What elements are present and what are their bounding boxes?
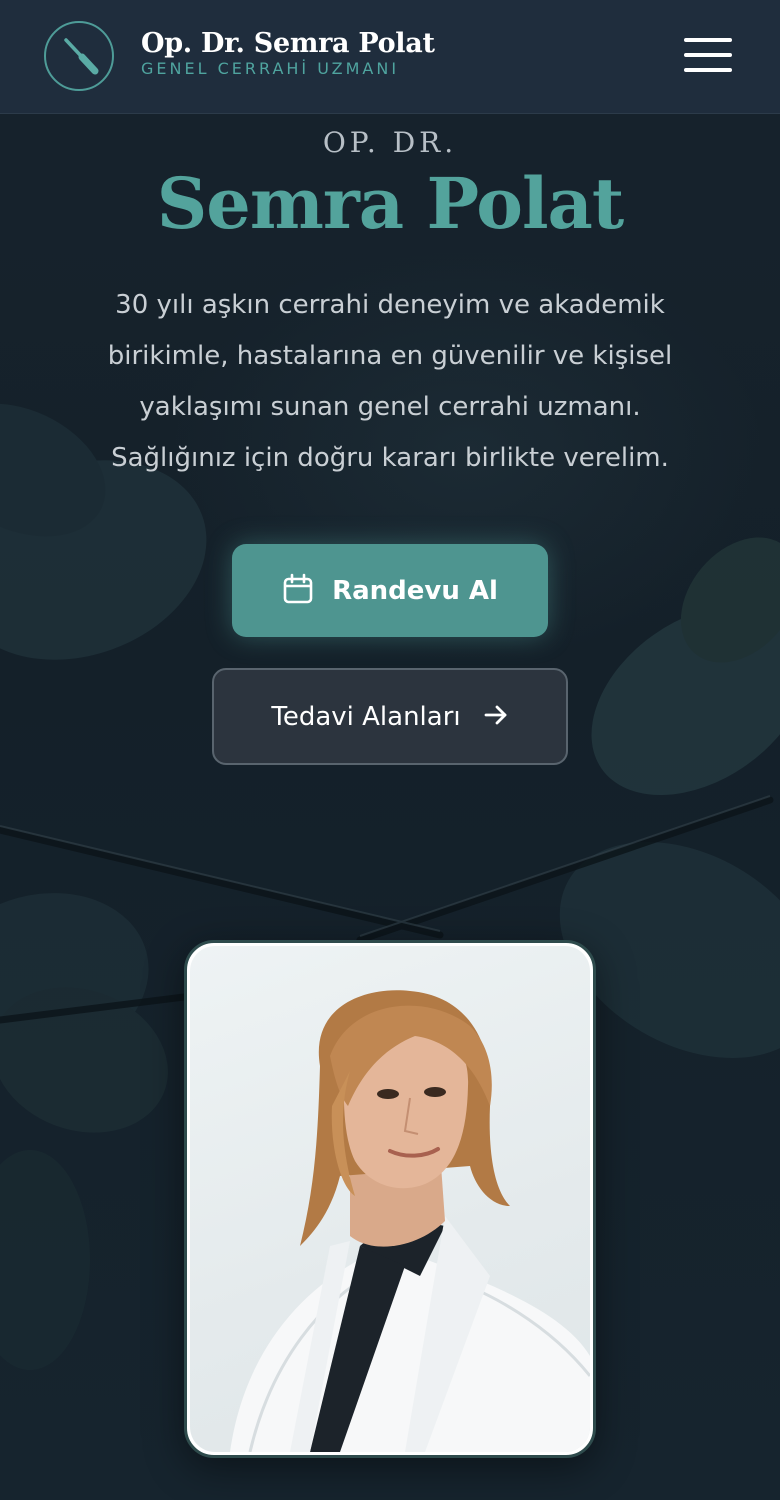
calendar-icon [282,573,314,609]
arrow-right-icon [483,702,509,732]
hero-description-line: yaklaşımı sunan genel cerrahi uzmanı. [139,392,641,422]
hero-title: Semra Polat [156,162,625,245]
site-header: Op. Dr. Semra Polat GENEL CERRAHİ UZMANI [0,0,780,114]
hero-description-line: birikimle, hastalarına en güvenilir ve k… [107,341,673,371]
book-appointment-label: Randevu Al [332,575,498,606]
hero-description: 30 yılı aşkın cerrahi deneyim ve akademi… [80,280,700,484]
book-appointment-button[interactable]: Randevu Al [232,544,548,637]
doctor-portrait-card [184,940,596,1458]
hero-kicker: OP. DR. [322,126,458,159]
treatment-areas-button[interactable]: Tedavi Alanları [212,668,568,765]
brand-name[interactable]: Op. Dr. Semra Polat [141,28,435,59]
hamburger-menu-icon[interactable] [684,38,732,72]
hero-description-line: 30 yılı aşkın cerrahi deneyim ve akademi… [115,290,665,320]
hero-description-line: Sağlığınız için doğru kararı birlikte ve… [111,443,669,473]
doctor-portrait [190,946,590,1452]
brand-subtitle: GENEL CERRAHİ UZMANI [141,59,400,78]
treatment-areas-label: Tedavi Alanları [271,701,461,732]
scalpel-icon[interactable] [44,21,114,91]
